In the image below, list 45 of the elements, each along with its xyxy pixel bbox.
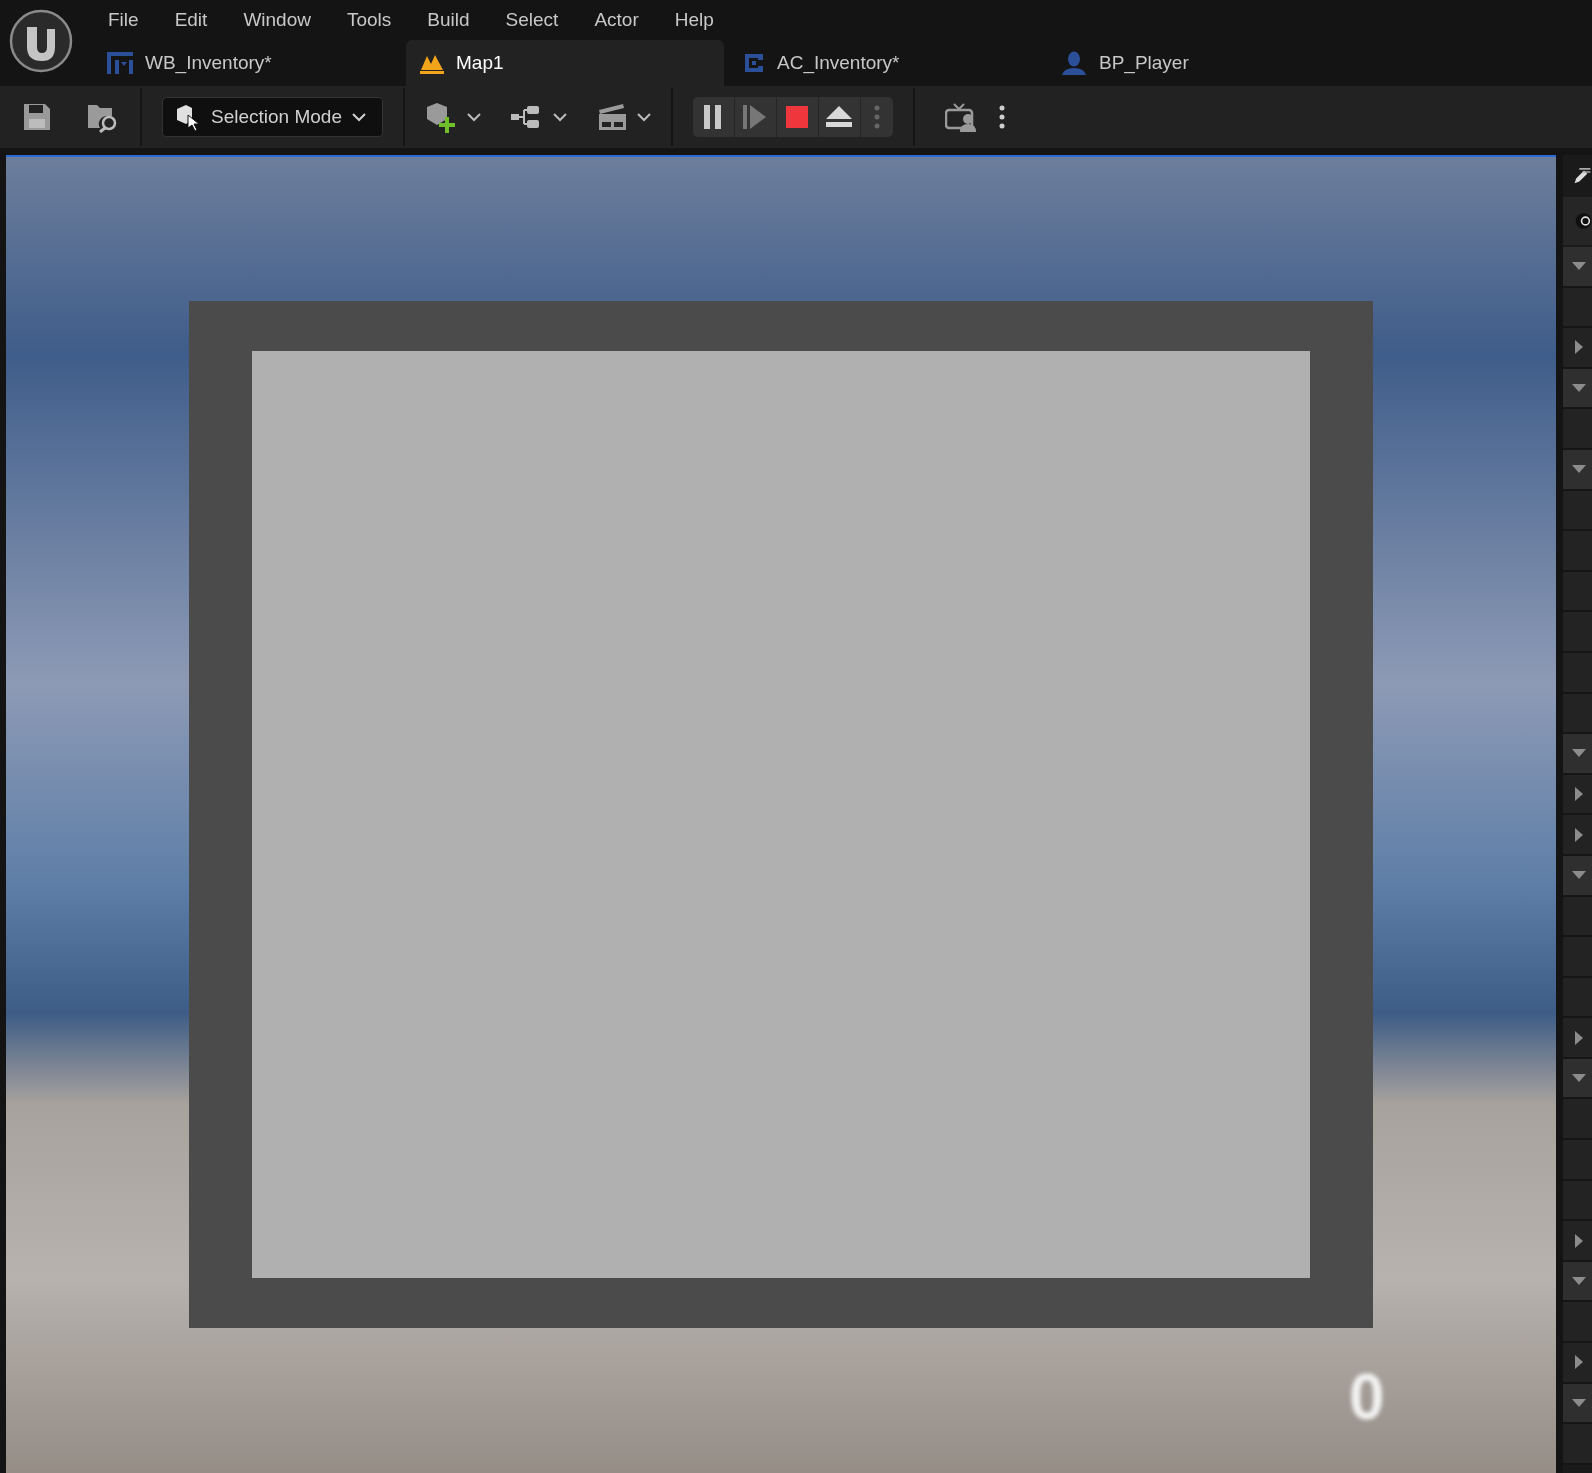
property-category-row[interactable] — [1563, 247, 1592, 288]
property-category-row[interactable] — [1563, 815, 1592, 856]
menu-item[interactable]: Tools — [328, 9, 410, 31]
tv-person-icon[interactable] — [944, 102, 977, 132]
property-category-row[interactable] — [1563, 1383, 1592, 1425]
property-category-row[interactable] — [1563, 449, 1592, 491]
add-actor-icon[interactable] — [424, 101, 481, 133]
document-tab[interactable]: WB_Inventory* — [88, 40, 406, 86]
menu-item[interactable]: Build — [409, 9, 488, 31]
document-tab[interactable]: AC_Inventory* — [724, 40, 1042, 86]
selection-mode-dropdown[interactable]: Selection Mode — [162, 97, 383, 137]
menu-item[interactable]: Window — [225, 9, 329, 31]
menu-item[interactable]: Actor — [576, 9, 657, 31]
property-category-row[interactable] — [1563, 734, 1592, 775]
document-tab[interactable]: Map1 — [406, 40, 724, 86]
pause-icon — [703, 105, 724, 129]
more-options-icon[interactable] — [998, 105, 1005, 129]
menu-item[interactable]: Select — [487, 9, 577, 31]
property-category-row[interactable] — [1563, 855, 1592, 897]
menu-item[interactable]: Help — [656, 9, 732, 31]
property-category-row[interactable] — [1563, 368, 1592, 410]
dots-icon — [873, 105, 880, 129]
caret-icon — [351, 112, 366, 122]
property-category-row[interactable] — [1563, 1058, 1592, 1100]
stop-icon — [786, 106, 809, 128]
property-category-row[interactable] — [1563, 328, 1592, 369]
property-category-row[interactable] — [1563, 774, 1592, 816]
clapperboard-icon[interactable] — [596, 102, 651, 132]
menu-item[interactable]: Edit — [156, 9, 226, 31]
eject-icon — [826, 106, 853, 128]
component-icon — [743, 52, 765, 74]
property-category-row[interactable] — [1563, 1221, 1592, 1262]
property-category-row[interactable] — [1563, 1261, 1592, 1303]
property-category-row[interactable] — [1563, 1018, 1592, 1059]
step-icon — [743, 105, 768, 129]
property-category-row[interactable] — [1563, 1343, 1592, 1384]
save-icon[interactable] — [22, 102, 52, 132]
cube-cursor-icon — [175, 103, 201, 131]
blueprint-icon[interactable] — [510, 104, 567, 130]
widget-icon — [107, 52, 133, 74]
document-tab[interactable]: BP_Player — [1042, 40, 1360, 86]
hud-counter: 0 — [1349, 1360, 1385, 1434]
menu-item[interactable]: File — [90, 9, 157, 31]
person-icon — [1061, 51, 1087, 75]
logo-icon[interactable] — [9, 9, 73, 73]
